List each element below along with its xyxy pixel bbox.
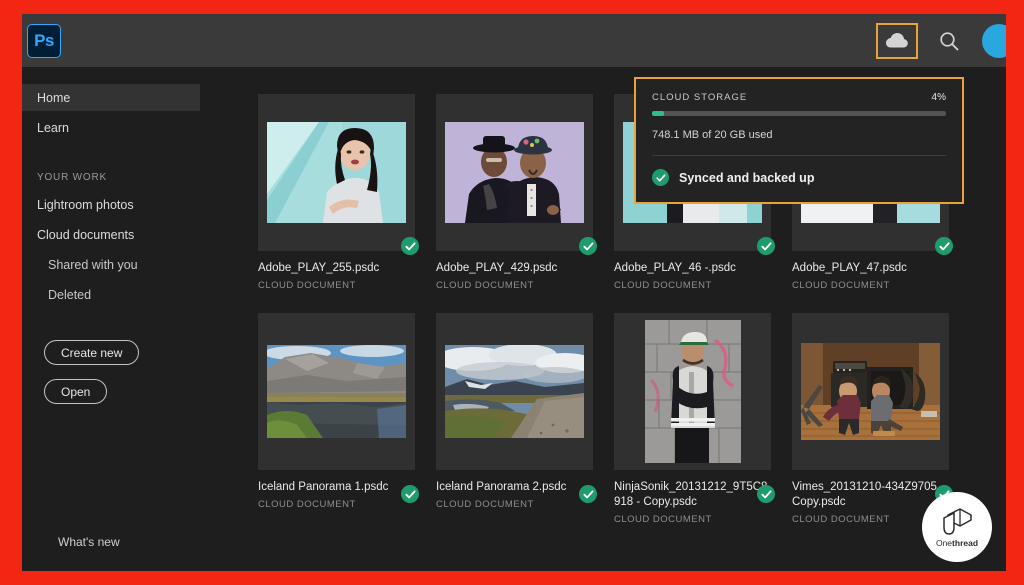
check-icon [582,241,594,250]
create-new-button[interactable]: Create new [44,340,140,365]
sync-badge [401,237,419,255]
document-card[interactable]: Vimes_20131210-434Z9705 - Copy.psdc CLOU… [792,313,949,525]
check-icon [760,489,772,498]
cloud-storage-usage-text: 748.1 MB of 20 GB used [652,129,773,141]
check-icon [404,241,416,250]
document-thumbnail[interactable] [436,313,593,470]
title-bar: Ps [22,14,1006,67]
wordmark-bold: thread [952,537,979,548]
cloud-storage-button[interactable] [876,22,918,59]
sync-badge [579,485,597,503]
check-icon [655,173,666,181]
thumbnail-studio-two-men [801,343,940,440]
document-card[interactable]: Iceland Panorama 1.psdc CLOUD DOCUMENT [258,313,415,525]
sidebar-item-shared-with-you[interactable]: Shared with you [22,251,224,278]
wordmark-light: One [935,537,953,548]
document-type: CLOUD DOCUMENT [436,280,534,291]
cloud-storage-progress-fill [652,111,664,116]
cloud-storage-popup: CLOUD STORAGE 4% 748.1 MB of 20 GB used … [634,77,964,204]
document-name: Iceland Panorama 2.psdc [436,481,567,493]
document-name: NinjaSonik_20131212_9T5C8918 - Copy.psdc [614,481,768,508]
sidebar-item-label: Cloud documents [37,227,135,242]
sidebar-item-learn[interactable]: Learn [22,114,224,141]
document-thumbnail[interactable] [258,94,415,251]
sidebar-item-home[interactable]: Home [22,84,200,111]
check-icon [760,241,772,250]
sync-badge [579,237,597,255]
document-type: CLOUD DOCUMENT [614,280,712,291]
check-icon [404,489,416,498]
sync-status-label: Synced and backed up [679,170,815,185]
onethread-logo-icon [943,507,972,535]
titlebar-actions [876,14,1006,67]
document-name: Adobe_PLAY_429.psdc [436,262,558,274]
sync-status-row: Synced and backed up [636,156,962,186]
document-card[interactable]: NinjaSonik_20131212_9T5C8918 - Copy.psdc… [614,313,771,525]
onethread-watermark: Onethread [922,492,992,562]
sidebar: Home Learn YOUR WORK Lightroom photos Cl… [22,67,224,571]
document-name: Vimes_20131210-434Z9705 - Copy.psdc [792,481,944,508]
document-type: CLOUD DOCUMENT [436,499,534,510]
document-name: Adobe_PLAY_47.psdc [792,262,907,274]
avatar[interactable] [982,23,1006,58]
sidebar-item-label: Lightroom photos [37,197,134,212]
search-button[interactable] [934,26,964,56]
sync-check-icon [652,169,669,186]
document-name: Adobe_PLAY_255.psdc [258,262,380,274]
document-type: CLOUD DOCUMENT [614,514,712,525]
document-type: CLOUD DOCUMENT [792,280,890,291]
photoshop-logo: Ps [27,23,61,58]
sidebar-section-your-work: YOUR WORK [37,172,107,183]
thumbnail-two-men-lavender [445,122,584,223]
document-card[interactable]: Iceland Panorama 2.psdc CLOUD DOCUMENT [436,313,593,525]
cloud-icon [886,33,908,48]
cloud-storage-percent: 4% [931,92,946,103]
document-name: Adobe_PLAY_46 -.psdc [614,262,736,274]
sync-badge [935,237,953,255]
sync-badge [401,485,419,503]
sidebar-item-label: Home [37,90,71,105]
sidebar-item-lightroom-photos[interactable]: Lightroom photos [22,191,224,218]
document-card[interactable]: Adobe_PLAY_255.psdc CLOUD DOCUMENT [258,94,415,291]
document-thumbnail[interactable] [792,313,949,470]
document-thumbnail[interactable] [258,313,415,470]
check-icon [938,241,950,250]
thumbnail-portrait-woman-teal [267,122,406,223]
document-thumbnail[interactable] [436,94,593,251]
sidebar-item-label: Learn [37,120,69,135]
document-thumbnail[interactable] [614,313,771,470]
thumbnail-iceland-mountain-lake [267,345,406,438]
cloud-storage-header: CLOUD STORAGE 4% [652,92,946,103]
cloud-storage-summary: CLOUD STORAGE 4% 748.1 MB of 20 GB used [636,79,962,156]
cloud-storage-title: CLOUD STORAGE [652,92,748,103]
documents-row: Iceland Panorama 1.psdc CLOUD DOCUMENT I… [258,313,1006,525]
thumbnail-man-graffiti-wall [644,320,741,463]
document-card[interactable]: Adobe_PLAY_429.psdc CLOUD DOCUMENT [436,94,593,291]
sidebar-item-cloud-documents[interactable]: Cloud documents [22,221,224,248]
check-icon [582,489,594,498]
open-button[interactable]: Open [44,379,108,404]
search-icon [940,31,959,50]
sync-badge [757,485,775,503]
thumbnail-iceland-road-marsh [445,345,584,438]
document-type: CLOUD DOCUMENT [258,280,356,291]
document-name: Iceland Panorama 1.psdc [258,481,389,493]
sync-badge [757,237,775,255]
sidebar-item-deleted[interactable]: Deleted [22,281,224,308]
document-type: CLOUD DOCUMENT [258,499,356,510]
sidebar-item-label: Shared with you [48,257,138,272]
whats-new-link[interactable]: What's new [58,535,120,549]
sidebar-item-label: Deleted [48,287,92,302]
cloud-storage-progress-track [652,111,946,116]
photoshop-home-window: Ps Home Learn YOUR WORK Lightroom photos… [22,14,1006,571]
onethread-wordmark: Onethread [936,538,978,548]
